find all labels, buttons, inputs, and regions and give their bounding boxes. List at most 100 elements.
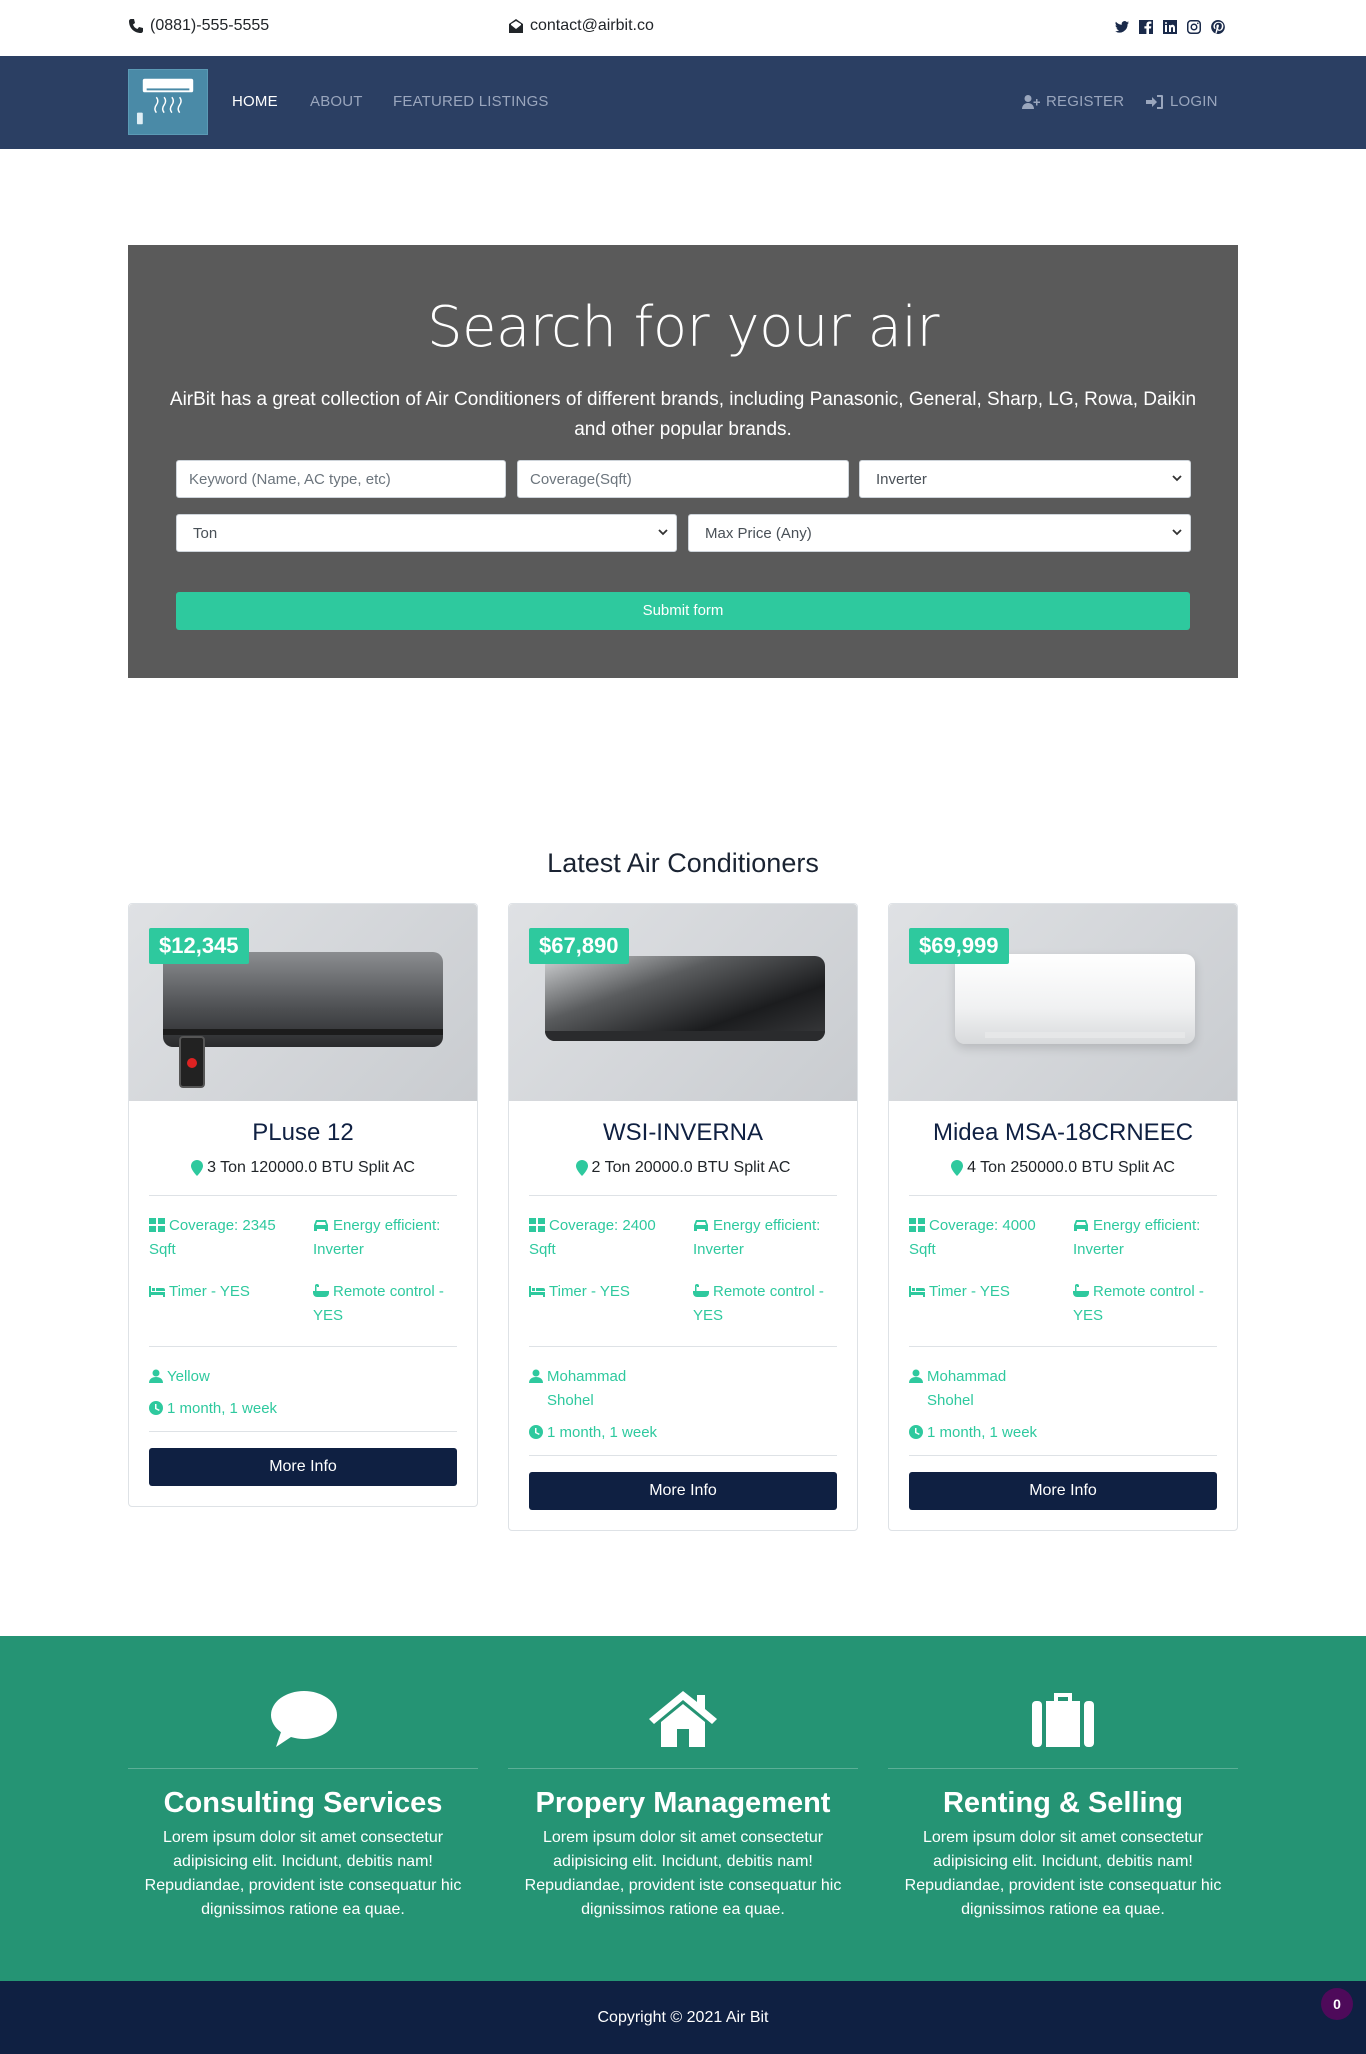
feature-energy-text: Energy efficient: Inverter <box>313 1217 441 1258</box>
nav-about[interactable]: ABOUT <box>310 93 363 110</box>
price-tag: $12,345 <box>149 928 249 964</box>
seller-line: Mohammad Shohel <box>529 1365 837 1413</box>
inverter-select[interactable]: Inverter <box>859 460 1191 498</box>
feature-coverage-text: Coverage: 2345 Sqft <box>149 1217 276 1258</box>
clock-icon <box>909 1425 923 1439</box>
listing-meta: Mohammad Shohel 1 month, 1 week <box>529 1365 837 1445</box>
bath-icon <box>1073 1284 1089 1297</box>
features-grid: Coverage: 4000 Sqft Energy efficient: In… <box>909 1214 1217 1328</box>
feature-coverage: Coverage: 4000 Sqft <box>909 1214 1053 1262</box>
bed-icon <box>909 1286 925 1297</box>
phone-number: (0881)-555-5555 <box>150 17 270 34</box>
feature-coverage: Coverage: 2400 Sqft <box>529 1214 673 1262</box>
feature-remote-text: Remote control - YES <box>313 1283 444 1324</box>
service-title: Propery Management <box>535 1787 831 1819</box>
feature-energy-text: Energy efficient: Inverter <box>1073 1217 1201 1258</box>
listing-name: Midea MSA-18CRNEEC <box>932 1119 1194 1146</box>
hero-description: AirBit has a great collection of Air Con… <box>169 389 1197 440</box>
instagram-icon[interactable] <box>1186 19 1202 35</box>
seller-name: Mohammad Shohel <box>927 1368 1007 1409</box>
bed-icon <box>149 1286 165 1297</box>
facebook-icon[interactable] <box>1138 19 1154 35</box>
services-section: Consulting Services Lorem ipsum dolor si… <box>0 1636 1366 1981</box>
notification-badge[interactable]: 0 <box>1321 1988 1353 2020</box>
listing-meta: Mohammad Shohel 1 month, 1 week <box>909 1365 1217 1445</box>
listed-time: 1 month, 1 week <box>167 1400 278 1417</box>
submit-form-button[interactable]: Submit form <box>176 592 1190 630</box>
listing-subtitle-text: 2 Ton 20000.0 BTU Split AC <box>591 1159 791 1176</box>
nav-featured-listings[interactable]: FEATURED LISTINGS <box>393 93 549 110</box>
feature-timer-text: Timer - YES <box>169 1283 250 1300</box>
service-title: Renting & Selling <box>942 1787 1184 1819</box>
top-bar: (0881)-555-5555 contact@airbit.co <box>0 0 1366 56</box>
seller-name: Mohammad Shohel <box>547 1368 627 1409</box>
comment-icon <box>271 1691 337 1747</box>
register-label: REGISTER <box>1046 93 1125 110</box>
feature-timer-text: Timer - YES <box>549 1283 630 1300</box>
listing-card: $12,345 PLuse 12 3 Ton 120000.0 BTU Spli… <box>128 903 478 1507</box>
listing-name: PLuse 12 <box>252 1119 354 1146</box>
chevron-down-icon <box>1172 475 1182 482</box>
price-tag: $67,890 <box>529 928 629 964</box>
max-price-select-value: Max Price (Any) <box>705 525 812 542</box>
social-links <box>1114 19 1226 35</box>
features-grid: Coverage: 2400 Sqft Energy efficient: In… <box>529 1214 837 1328</box>
map-marker-icon <box>191 1160 204 1176</box>
listing-meta: Yellow 1 month, 1 week <box>149 1365 457 1421</box>
site-logo[interactable] <box>128 69 208 135</box>
coverage-placeholder: Coverage(Sqft) <box>530 471 632 488</box>
th-large-icon <box>909 1218 925 1232</box>
listed-line: 1 month, 1 week <box>909 1421 1217 1445</box>
home-icon <box>649 1691 717 1747</box>
main-navbar: HOME ABOUT FEATURED LISTINGS REGISTER LO… <box>0 56 1366 149</box>
linkedin-icon[interactable] <box>1162 19 1178 35</box>
max-price-select[interactable]: Max Price (Any) <box>688 514 1191 552</box>
user-icon <box>529 1369 543 1383</box>
car-icon <box>1074 1220 1088 1231</box>
service-property: Propery Management Lorem ipsum dolor sit… <box>508 1636 858 1922</box>
listing-image: $67,890 <box>509 904 857 1101</box>
listing-image: $69,999 <box>889 904 1237 1101</box>
feature-coverage-text: Coverage: 4000 Sqft <box>909 1217 1036 1258</box>
twitter-icon[interactable] <box>1114 19 1130 35</box>
hero-title: Search for your air <box>426 295 940 360</box>
feature-coverage: Coverage: 2345 Sqft <box>149 1214 293 1262</box>
feature-remote: Remote control - YES <box>693 1280 837 1328</box>
clock-icon <box>529 1425 543 1439</box>
listing-card: $67,890 WSI-INVERNA 2 Ton 20000.0 BTU Sp… <box>508 903 858 1531</box>
phone-icon <box>129 19 143 33</box>
service-consulting: Consulting Services Lorem ipsum dolor si… <box>128 1636 478 1922</box>
service-renting: Renting & Selling Lorem ipsum dolor sit … <box>888 1636 1238 1922</box>
service-title: Consulting Services <box>163 1787 443 1819</box>
more-info-button[interactable]: More Info <box>529 1472 837 1510</box>
listing-subtitle-text: 3 Ton 120000.0 BTU Split AC <box>207 1159 415 1176</box>
keyword-input[interactable]: Keyword (Name, AC type, etc) <box>176 460 506 498</box>
inverter-select-value: Inverter <box>876 471 927 488</box>
feature-energy: Energy efficient: Inverter <box>1073 1214 1217 1262</box>
feature-timer: Timer - YES <box>149 1280 293 1328</box>
user-plus-icon <box>1022 94 1040 109</box>
bath-icon <box>693 1284 709 1297</box>
listing-image: $12,345 <box>129 904 477 1101</box>
nav-register[interactable]: REGISTER <box>1022 93 1124 110</box>
pinterest-icon[interactable] <box>1210 19 1226 35</box>
listing-card: $69,999 Midea MSA-18CRNEEC 4 Ton 250000.… <box>888 903 1238 1531</box>
feature-timer-text: Timer - YES <box>929 1283 1010 1300</box>
th-large-icon <box>529 1218 545 1232</box>
feature-energy-text: Energy efficient: Inverter <box>693 1217 821 1258</box>
ton-select[interactable]: Ton <box>176 514 677 552</box>
seller-line: Yellow <box>149 1365 457 1389</box>
service-text: Lorem ipsum dolor sit amet consectetur a… <box>904 1829 1222 1918</box>
envelope-open-icon <box>509 19 523 33</box>
more-info-button[interactable]: More Info <box>909 1472 1217 1510</box>
user-icon <box>149 1369 163 1383</box>
feature-energy: Energy efficient: Inverter <box>693 1214 837 1262</box>
more-info-button[interactable]: More Info <box>149 1448 457 1486</box>
coverage-input[interactable]: Coverage(Sqft) <box>517 460 849 498</box>
car-icon <box>314 1220 328 1231</box>
listed-time: 1 month, 1 week <box>927 1424 1038 1441</box>
keyword-placeholder: Keyword (Name, AC type, etc) <box>189 471 391 488</box>
nav-home[interactable]: HOME <box>232 93 278 110</box>
listing-subtitle: 3 Ton 120000.0 BTU Split AC <box>149 1159 457 1177</box>
nav-login[interactable]: LOGIN <box>1146 93 1218 110</box>
